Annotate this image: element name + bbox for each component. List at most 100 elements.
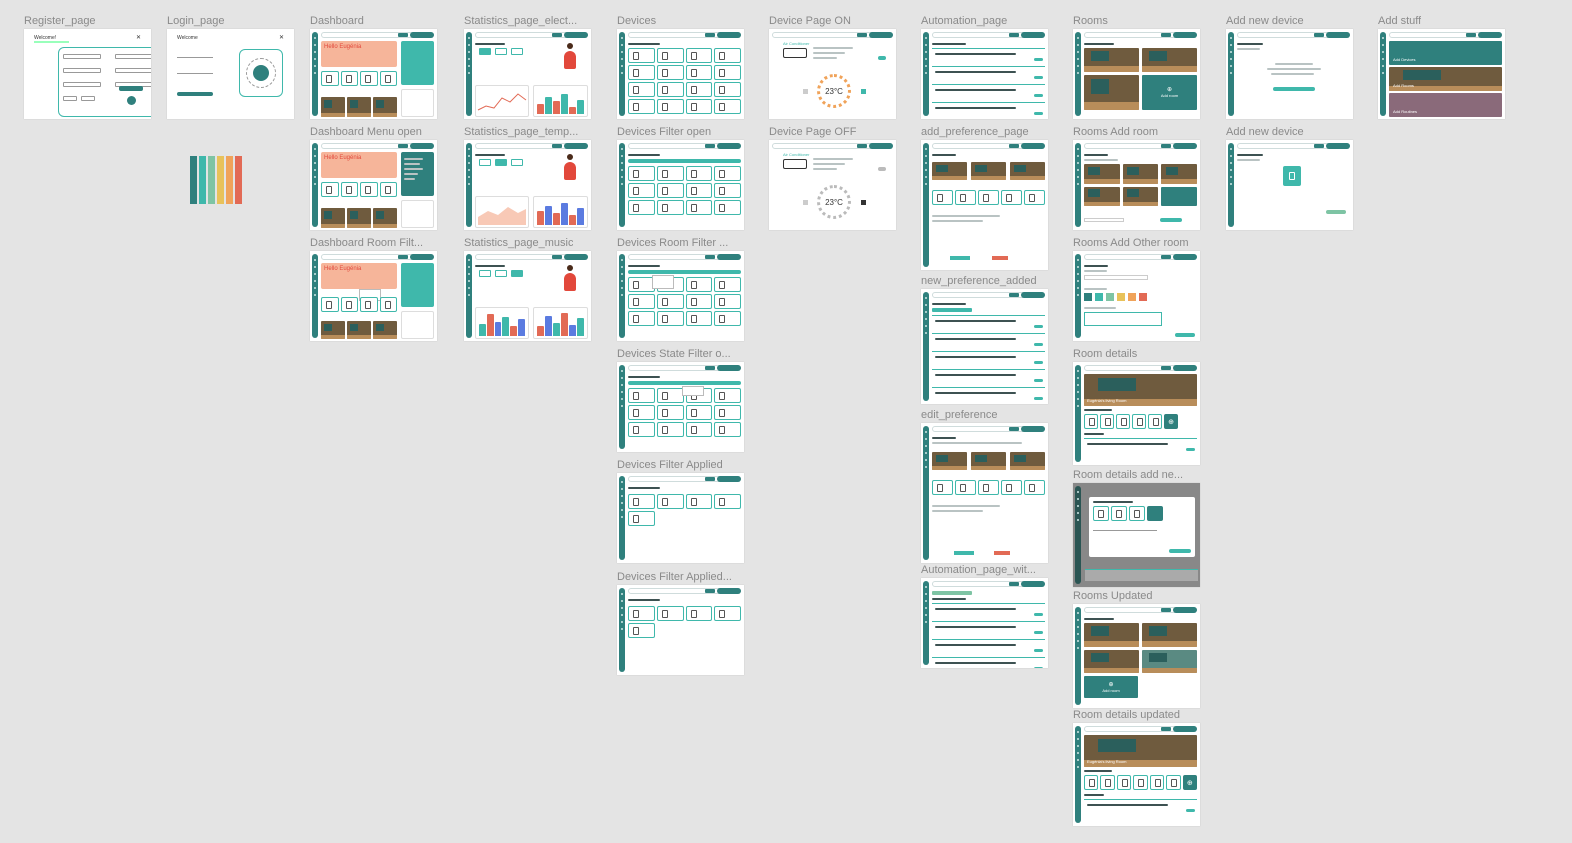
device-tile[interactable]	[685, 494, 713, 509]
device-tile[interactable]	[360, 71, 378, 86]
topbar[interactable]	[321, 32, 434, 38]
device-tile[interactable]	[656, 494, 684, 509]
device-tile[interactable]	[628, 294, 655, 309]
age-field[interactable]	[63, 96, 77, 101]
device-tile[interactable]	[714, 422, 741, 437]
device-tile[interactable]	[1129, 506, 1145, 521]
device-tile[interactable]	[628, 166, 655, 181]
add-room-card[interactable]: ⊕ Add room	[1084, 676, 1138, 698]
topbar[interactable]	[1084, 32, 1197, 38]
color-option[interactable]	[1139, 293, 1147, 301]
topbar[interactable]	[475, 254, 588, 260]
stats-elec-frame[interactable]	[464, 29, 591, 119]
device-tile[interactable]	[685, 277, 713, 292]
device-on-frame[interactable]: Air Conditioner 23°C	[769, 29, 896, 119]
device-tile[interactable]	[1166, 775, 1181, 790]
first-name-field[interactable]	[63, 54, 101, 59]
device-tile[interactable]	[978, 480, 999, 495]
add-device-modal[interactable]	[1089, 497, 1195, 557]
sidebar[interactable]	[1228, 32, 1234, 116]
device-tile[interactable]	[955, 480, 976, 495]
device-tile[interactable]	[685, 183, 713, 198]
device-tile[interactable]	[656, 388, 684, 403]
device-tile[interactable]	[685, 422, 713, 437]
add-preference-frame[interactable]	[921, 140, 1048, 270]
devices-state-filter-frame[interactable]	[617, 362, 744, 452]
sidebar[interactable]	[923, 143, 929, 267]
device-tile[interactable]	[1024, 480, 1045, 495]
device-tile[interactable]	[714, 183, 741, 198]
topbar[interactable]	[628, 32, 741, 38]
device-tile[interactable]	[1132, 414, 1146, 429]
stats-temp-frame[interactable]	[464, 140, 591, 230]
topbar[interactable]	[1084, 254, 1197, 260]
rooms-strip[interactable]	[321, 97, 397, 117]
device-tile[interactable]	[628, 606, 655, 621]
device-tile[interactable]	[1084, 775, 1099, 790]
power-toggle[interactable]	[878, 158, 886, 176]
room-card[interactable]	[1084, 623, 1139, 647]
room-card[interactable]	[1084, 74, 1139, 110]
topbar[interactable]	[932, 426, 1045, 432]
routine-card[interactable]	[932, 315, 1045, 330]
room-thumb[interactable]	[932, 162, 967, 180]
device-picker[interactable]	[932, 190, 1045, 205]
room-card[interactable]	[1142, 649, 1197, 673]
topbar[interactable]	[475, 143, 588, 149]
tab-music[interactable]	[511, 270, 523, 277]
room-thumb[interactable]	[347, 208, 371, 228]
room-type[interactable]	[1161, 164, 1197, 184]
device-tile[interactable]	[340, 71, 358, 86]
device-tile[interactable]	[1133, 775, 1148, 790]
routine-card[interactable]	[932, 48, 1045, 63]
device-tile[interactable]	[685, 405, 713, 420]
room-thumb[interactable]	[932, 452, 967, 470]
sidebar[interactable]	[619, 588, 625, 672]
device-tile[interactable]	[714, 48, 741, 63]
gender-field[interactable]	[81, 96, 95, 101]
topbar[interactable]	[932, 292, 1045, 298]
topbar[interactable]	[932, 581, 1045, 587]
stats-music-frame[interactable]	[464, 251, 591, 341]
room-picker[interactable]	[932, 162, 1045, 180]
sidebar[interactable]	[923, 426, 929, 560]
password-field[interactable]	[177, 69, 213, 74]
device-tile[interactable]	[714, 99, 741, 114]
routine-card[interactable]	[1084, 438, 1197, 453]
room-type[interactable]	[1122, 164, 1159, 184]
delete-button[interactable]	[994, 551, 1010, 555]
dashboard-room-filter-frame[interactable]: Hello Eugénia	[310, 251, 437, 341]
device-tile[interactable]	[714, 277, 741, 292]
close-icon[interactable]: ✕	[136, 34, 141, 41]
device-tile[interactable]	[656, 422, 684, 437]
save-button[interactable]	[954, 551, 974, 555]
room-filter-dropdown[interactable]	[652, 275, 674, 289]
username-field[interactable]	[115, 54, 151, 59]
device-tile[interactable]	[685, 48, 713, 63]
device-tile[interactable]	[656, 294, 684, 309]
device-tile[interactable]	[656, 99, 684, 114]
topbar[interactable]	[628, 143, 741, 149]
device-tile[interactable]	[379, 182, 397, 197]
routine-card[interactable]	[932, 639, 1045, 654]
thermostat-dial[interactable]: 23°C	[817, 74, 851, 108]
device-grid[interactable]: ⊕	[1084, 775, 1197, 790]
topbar[interactable]	[772, 143, 893, 149]
topbar[interactable]	[932, 32, 1045, 38]
add-new-device-frame[interactable]	[1226, 29, 1353, 119]
sidebar[interactable]	[312, 254, 318, 338]
topbar[interactable]	[1237, 143, 1350, 149]
add-routines-card[interactable]: Add Routines	[1389, 93, 1502, 117]
login-button[interactable]	[177, 92, 213, 96]
device-tile[interactable]	[628, 99, 655, 114]
topbar[interactable]	[628, 588, 741, 594]
device-tile[interactable]	[1149, 775, 1165, 790]
dashboard-frame[interactable]: Hello Eugénia	[310, 29, 437, 119]
add-rooms-card[interactable]: Add Rooms	[1389, 67, 1502, 91]
device-tile[interactable]	[1084, 414, 1098, 429]
filter-bar[interactable]	[628, 270, 741, 274]
device-tile[interactable]	[714, 388, 741, 403]
automation-with-frame[interactable]	[921, 578, 1048, 668]
device-tile[interactable]	[714, 294, 741, 309]
device-tile[interactable]	[628, 388, 655, 403]
